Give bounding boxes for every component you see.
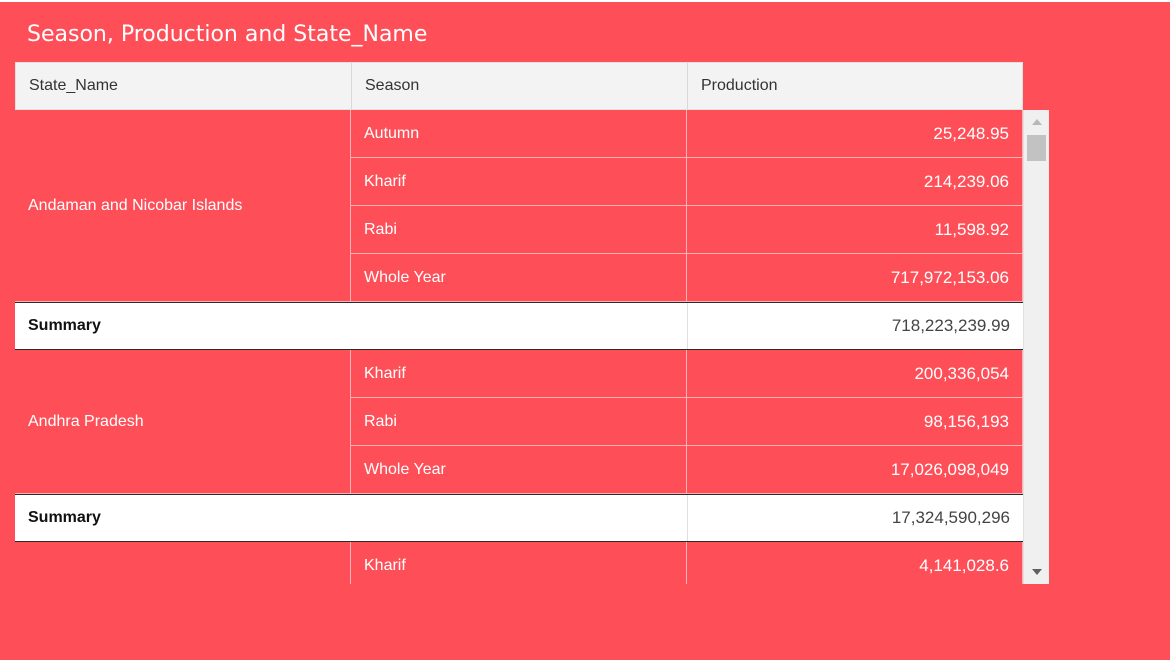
production-cell[interactable]: 25,248.95 [687, 110, 1023, 158]
summary-label: Summary [28, 317, 101, 334]
column-header-season[interactable]: Season [352, 63, 688, 109]
vertical-scrollbar[interactable] [1023, 110, 1049, 584]
table-body[interactable]: Andaman and Nicobar Islands Autumn 25,248.… [15, 110, 1023, 584]
state-name-cell[interactable] [15, 542, 351, 584]
season-cell[interactable]: Kharif [351, 158, 687, 206]
season-cell[interactable]: Kharif [351, 350, 687, 398]
state-name-cell[interactable]: Andaman and Nicobar Islands [15, 110, 351, 302]
production-cell[interactable]: 11,598.92 [687, 206, 1023, 254]
widget-title: Season, Production and State_Name [27, 22, 428, 47]
summary-value: 17,324,590,296 [687, 495, 1023, 541]
season-cell[interactable]: Rabi [351, 398, 687, 446]
summary-value: 718,223,239.99 [687, 303, 1023, 349]
data-table: State_Name Season Production Andaman and… [15, 62, 1049, 584]
table-widget: Season, Production and State_Name State_… [0, 2, 1170, 660]
scroll-thumb[interactable] [1027, 135, 1046, 161]
production-cell[interactable]: 200,336,054 [687, 350, 1023, 398]
season-cell[interactable]: Rabi [351, 206, 687, 254]
column-header-production[interactable]: Production [688, 63, 1024, 109]
triangle-up-icon [1031, 119, 1042, 125]
season-cell[interactable]: Whole Year [351, 254, 687, 302]
production-cell[interactable]: 98,156,193 [687, 398, 1023, 446]
production-cell[interactable]: 17,026,098,049 [687, 446, 1023, 494]
table-header: State_Name Season Production [15, 62, 1023, 110]
summary-row[interactable]: Summary 17,324,590,296 [15, 494, 1023, 542]
season-cell[interactable]: Whole Year [351, 446, 687, 494]
state-name-cell[interactable]: Andhra Pradesh [15, 350, 351, 494]
summary-label: Summary [28, 509, 101, 526]
production-cell[interactable]: 4,141,028.6 [687, 542, 1023, 584]
triangle-down-icon [1031, 569, 1042, 575]
column-header-state-name[interactable]: State_Name [16, 63, 352, 109]
summary-row[interactable]: Summary 718,223,239.99 [15, 302, 1023, 350]
scroll-up-button[interactable] [1024, 112, 1049, 132]
season-cell[interactable]: Autumn [351, 110, 687, 158]
production-cell[interactable]: 717,972,153.06 [687, 254, 1023, 302]
scroll-down-button[interactable] [1024, 562, 1049, 582]
production-cell[interactable]: 214,239.06 [687, 158, 1023, 206]
season-cell[interactable]: Kharif [351, 542, 687, 584]
